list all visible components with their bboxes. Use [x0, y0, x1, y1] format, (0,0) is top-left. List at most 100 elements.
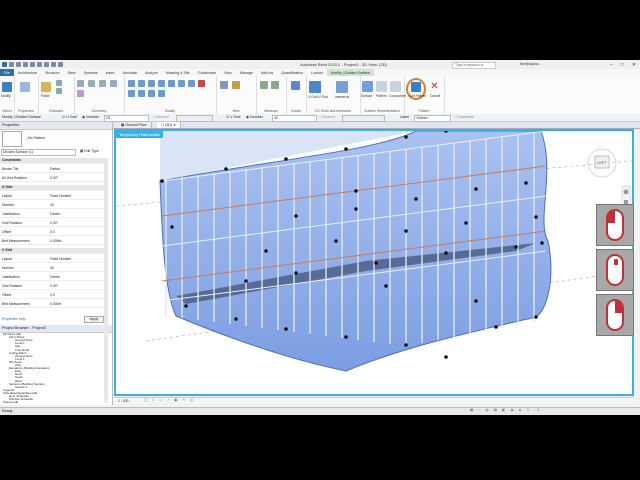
grid-node[interactable] — [294, 214, 298, 218]
grid-node[interactable] — [354, 207, 358, 211]
align-icon[interactable] — [128, 80, 135, 87]
grid-node[interactable] — [444, 355, 448, 359]
minimize-icon[interactable]: – — [610, 62, 613, 68]
grid-node[interactable] — [540, 241, 544, 245]
measure-icon[interactable] — [260, 81, 268, 89]
properties-section[interactable]: Constraints — [0, 158, 104, 164]
tab-3d-view[interactable]: ⬡ {3D} ✕ — [157, 122, 182, 128]
label-select[interactable]: <None> — [414, 115, 451, 122]
u-number-input[interactable]: 15 — [104, 115, 149, 122]
save-icon[interactable] — [16, 62, 21, 67]
property-value[interactable]: 0.00° — [50, 221, 58, 226]
copy-icon[interactable] — [56, 88, 62, 94]
rotate-icon[interactable] — [178, 80, 185, 87]
grid-node[interactable] — [404, 343, 408, 347]
maximize-icon[interactable]: □ — [621, 62, 624, 68]
property-value[interactable]: Fixed Number — [50, 257, 71, 262]
move-icon[interactable] — [158, 80, 165, 87]
create-group-icon[interactable] — [291, 81, 300, 90]
property-value[interactable]: 0.0 — [50, 230, 55, 235]
paint-icon[interactable] — [77, 90, 84, 97]
split-icon[interactable] — [158, 90, 165, 97]
surface-icon[interactable] — [362, 81, 373, 92]
join-icon[interactable] — [99, 80, 106, 87]
grid-node[interactable] — [264, 249, 268, 253]
grid-node[interactable] — [374, 261, 378, 265]
scale-icon[interactable] — [138, 90, 145, 97]
u-number-radio[interactable]: ◉ Number — [82, 115, 99, 119]
properties-icon[interactable] — [20, 82, 30, 92]
u-distance-input[interactable] — [176, 115, 213, 122]
pattern-icon[interactable] — [376, 81, 387, 92]
cancel-icon[interactable]: ✕ — [430, 82, 439, 92]
property-value[interactable]: 0.0 — [50, 293, 55, 298]
properties-help-link[interactable]: Properties help — [2, 317, 26, 321]
intersects-label[interactable]: Intersects — [335, 95, 349, 99]
grid-node[interactable] — [294, 271, 298, 275]
v-number-input[interactable]: 40 — [272, 115, 317, 122]
ribbon-tab[interactable]: View — [220, 69, 236, 76]
surface-label[interactable]: Surface — [361, 94, 372, 98]
modify-arrow-icon[interactable] — [2, 82, 12, 92]
close-icon[interactable]: ✕ — [632, 62, 636, 68]
cope-icon[interactable] — [77, 80, 84, 87]
grid-node[interactable] — [244, 279, 248, 283]
ribbon-tab[interactable]: Steel — [64, 69, 80, 76]
ribbon-tab[interactable]: Manage — [236, 69, 257, 76]
grid-node[interactable] — [170, 225, 174, 229]
grid-node[interactable] — [344, 335, 348, 339]
user-account[interactable]: live@aplusc... — [520, 62, 542, 66]
ribbon-tab[interactable]: Lumion — [307, 69, 327, 76]
grid-node[interactable] — [344, 147, 348, 151]
measure-icon[interactable] — [44, 62, 49, 67]
u-distance-radio[interactable]: ○ Distance — [152, 115, 169, 119]
ribbon-tab[interactable]: File — [0, 69, 14, 76]
cut-geometry-icon[interactable] — [88, 80, 95, 87]
ribbon-tab[interactable]: Insert — [102, 69, 119, 76]
u-grid-checkbox[interactable]: ☑ U Grid — [62, 115, 77, 119]
view-control-icons[interactable]: ▢ ◐ ☼ ◔ ▣ ✂ ◎ — [144, 398, 195, 402]
property-value[interactable]: Partial — [50, 167, 60, 172]
grid-node[interactable] — [354, 189, 358, 193]
ribbon-tab[interactable]: Modify | Divided Surface — [327, 69, 374, 76]
grid-node[interactable] — [224, 167, 228, 171]
text-icon[interactable] — [51, 62, 56, 67]
property-value[interactable]: Center — [50, 275, 60, 280]
revit-logo-icon[interactable] — [2, 62, 7, 67]
hide-icon[interactable] — [220, 81, 228, 89]
edit-type-button[interactable]: ▦ Edit Type — [80, 149, 99, 153]
paste-label[interactable]: Paste — [41, 94, 49, 98]
status-bar-icons[interactable]: ▦ ◌ ◍ ▤ ◧ ◉ ⊗ ▽ :0 — [470, 408, 541, 412]
array-icon[interactable] — [128, 90, 135, 97]
dimension-icon[interactable] — [271, 81, 279, 89]
ribbon-tab[interactable]: Collaborate — [194, 69, 220, 76]
pin-icon[interactable] — [148, 90, 155, 97]
uv-grid-label[interactable]: U Grid V Grid — [308, 95, 328, 99]
grid-node[interactable] — [284, 327, 288, 331]
v-distance-radio[interactable]: ○ Distance — [318, 115, 335, 119]
grid-node[interactable] — [284, 157, 288, 161]
cut-icon[interactable] — [56, 80, 62, 86]
grid-node[interactable] — [384, 284, 388, 288]
v-distance-input[interactable] — [342, 115, 385, 122]
select-group-label[interactable]: Select — [0, 109, 14, 113]
redo-icon[interactable] — [30, 62, 35, 67]
ribbon-tab[interactable]: Annotate — [119, 69, 141, 76]
property-value[interactable]: 40 — [50, 266, 54, 271]
property-value[interactable]: 0.000m — [50, 239, 61, 244]
grid-node[interactable] — [160, 179, 164, 183]
grid-node[interactable] — [444, 251, 448, 255]
intersects-icon[interactable] — [336, 81, 348, 93]
left-scrollbar[interactable] — [104, 158, 108, 403]
property-value[interactable]: 0.000m — [50, 302, 61, 307]
edit-pattern-icon[interactable] — [411, 82, 421, 92]
properties-section[interactable]: V Grid — [0, 248, 104, 254]
apply-button[interactable]: Apply — [84, 316, 104, 323]
cancel-label[interactable]: Cancel — [430, 94, 440, 98]
property-value[interactable]: Center — [50, 212, 60, 217]
component-icon[interactable] — [390, 81, 401, 92]
view-cube[interactable]: LEFT — [587, 148, 617, 178]
3d-view-icon[interactable] — [58, 62, 63, 67]
property-value[interactable]: 0.00° — [50, 176, 58, 181]
instance-selector[interactable]: Divided Surface (1) — [1, 149, 76, 156]
